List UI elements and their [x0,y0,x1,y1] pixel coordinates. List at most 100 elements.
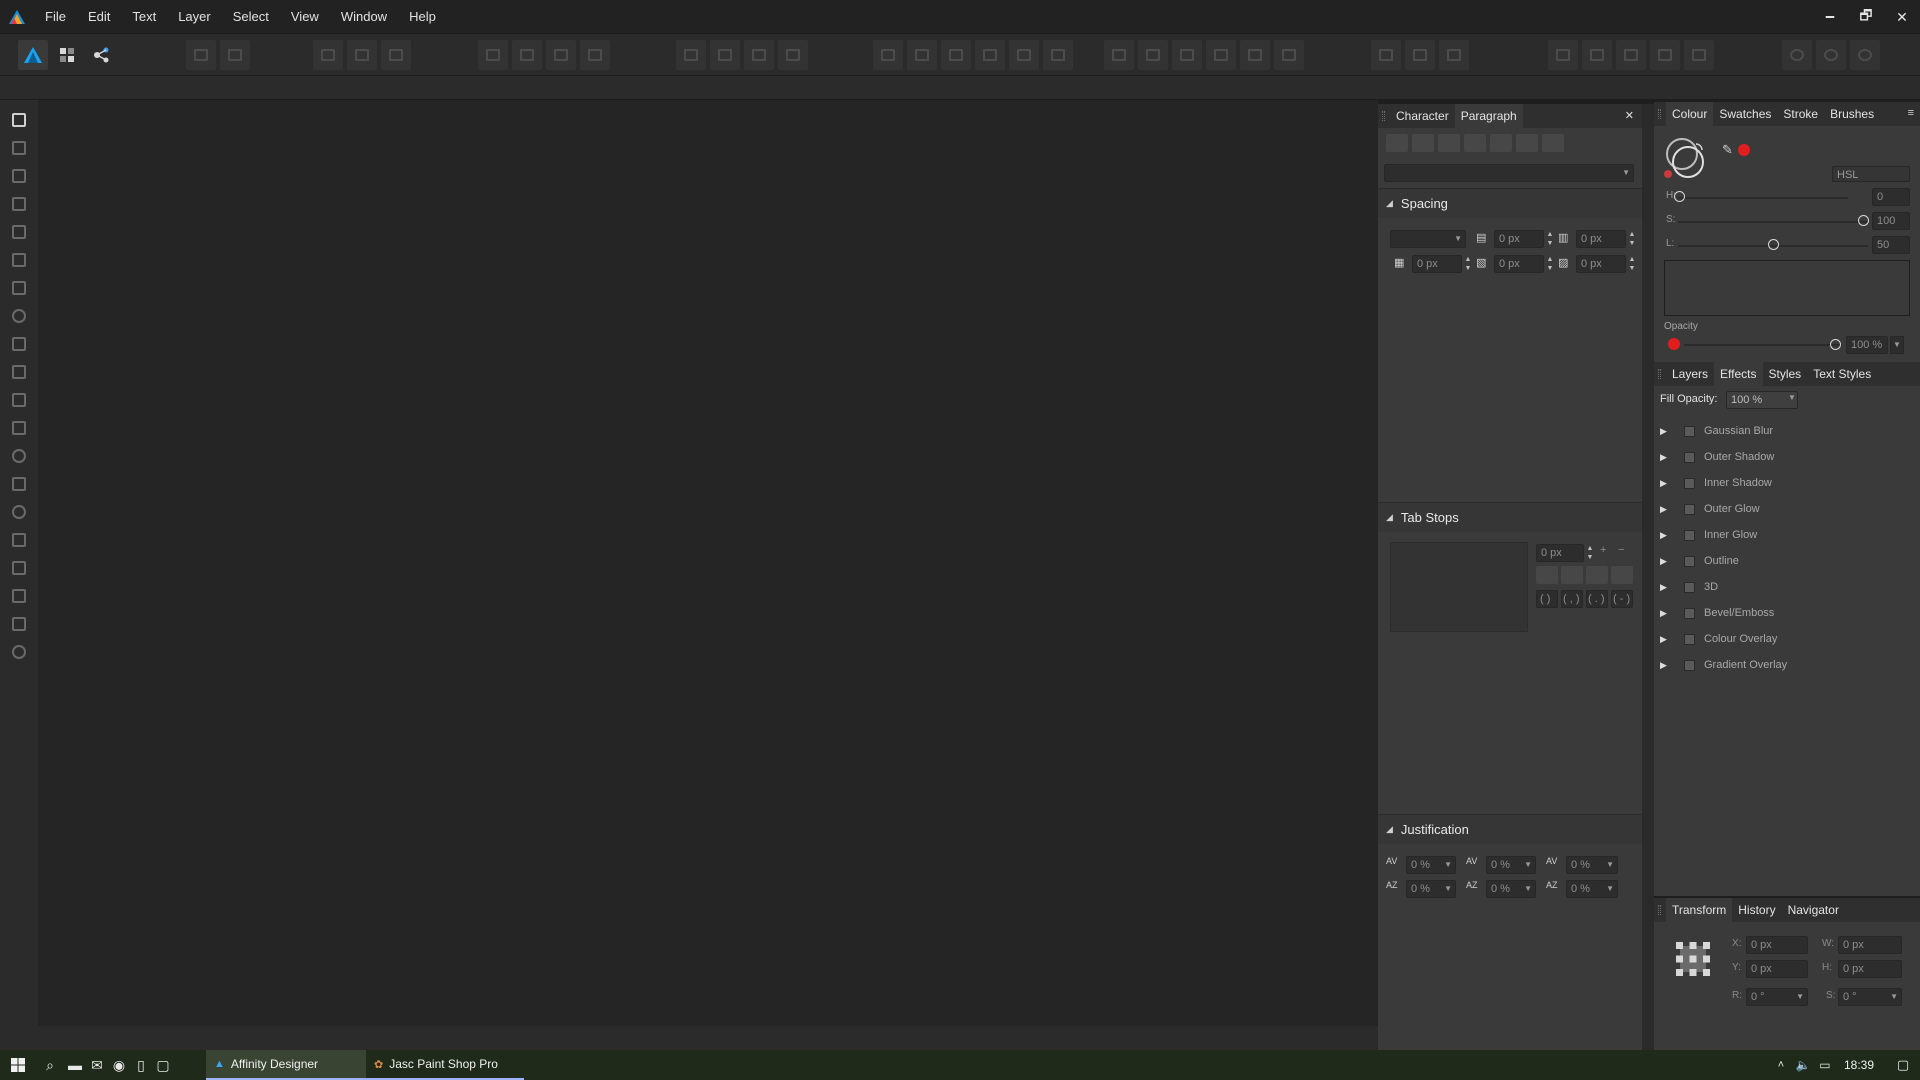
hue-slider-handle[interactable] [1674,191,1685,202]
effect-row-outer-shadow[interactable]: ▶ Outer Shadow [1654,444,1918,470]
toolbar-button[interactable] [1274,40,1304,70]
menu-edit[interactable]: Edit [77,0,121,34]
justification-field-4[interactable]: 0 % ▼ [1406,880,1456,898]
opacity-slider[interactable] [1684,344,1842,346]
expand-icon[interactable]: ▶ [1660,608,1668,619]
right-indent-field[interactable]: 0 px [1576,255,1626,273]
toolbar-button[interactable] [580,40,610,70]
panel-menu-icon[interactable]: ≡ [1908,107,1914,119]
menu-select[interactable]: Select [222,0,280,34]
spinner-icon[interactable]: ▲ ▼ [1586,544,1594,562]
panel-grip[interactable] [1658,109,1661,119]
effect-checkbox[interactable] [1684,477,1695,489]
effect-row-inner-shadow[interactable]: ▶ Inner Shadow [1654,470,1918,496]
toolbar-button[interactable] [1616,40,1646,70]
toolbar-button[interactable] [1850,40,1880,70]
pen-tool-icon[interactable] [0,218,38,246]
toolbar-button[interactable] [347,40,377,70]
toolbar-button[interactable] [1650,40,1680,70]
effect-checkbox[interactable] [1684,607,1695,619]
justification-field-5[interactable]: 0 % ▼ [1486,880,1536,898]
panel-grip[interactable] [1658,369,1661,379]
anchor-selector-icon[interactable] [1674,940,1712,978]
fill-opacity-dropdown-icon[interactable]: ▼ [1788,393,1796,402]
effect-row-gradient-overlay[interactable]: ▶ Gradient Overlay [1654,652,1918,678]
tab-decimal-button[interactable] [1611,566,1633,584]
view-tool-icon[interactable] [0,610,38,638]
spacing-section-header[interactable]: ◢ Spacing [1378,188,1642,218]
tab-stops-list[interactable] [1390,542,1528,632]
saturation-field[interactable]: 100 [1872,212,1910,230]
artistic-text-tool-icon[interactable] [0,526,38,554]
tab-center-button[interactable] [1561,566,1583,584]
menu-file[interactable]: File [34,0,77,34]
saturation-slider-handle[interactable] [1858,215,1869,226]
menu-window[interactable]: Window [330,0,398,34]
color-picker-tool-icon[interactable] [0,582,38,610]
tab-navigator[interactable]: Navigator [1782,898,1845,922]
tab-paragraph[interactable]: Paragraph [1454,104,1523,128]
tab-layers[interactable]: Layers [1666,362,1714,386]
toolbar-button[interactable] [1043,40,1073,70]
left-indent-field[interactable]: 0 px [1412,255,1462,273]
toolbar-button[interactable] [512,40,542,70]
toolbar-button[interactable] [941,40,971,70]
expand-icon[interactable]: ▶ [1660,478,1668,489]
tab-char-comma[interactable]: ( , ) [1561,590,1583,608]
menu-text[interactable]: Text [121,0,167,34]
frame-text-tool-icon[interactable] [0,554,38,582]
panel-grip[interactable] [1658,905,1661,915]
eyedropper-icon[interactable]: ✎ [1722,142,1733,158]
tab-left-button[interactable] [1536,566,1558,584]
vector-brush-tool-icon[interactable] [0,274,38,302]
shear-field[interactable]: 0 ° ▼ [1838,988,1902,1006]
align-right-button[interactable] [1438,134,1460,152]
y-position-field[interactable]: 0 px [1746,960,1808,978]
effect-checkbox[interactable] [1684,425,1695,437]
toolbar-button[interactable] [220,40,250,70]
paragraph-style-select[interactable]: ▼ [1384,164,1634,182]
effect-row-inner-glow[interactable]: ▶ Inner Glow [1654,522,1918,548]
toolbar-button[interactable] [478,40,508,70]
taskbar-app-jasc-paint-shop-pro[interactable]: ✿ Jasc Paint Shop Pro [366,1050,524,1080]
tab-styles[interactable]: Styles [1763,362,1808,386]
justification-field-1[interactable]: 0 % ▼ [1406,856,1456,874]
x-position-field[interactable]: 0 px [1746,936,1808,954]
tab-effects[interactable]: Effects [1714,362,1763,386]
expand-icon[interactable]: ▶ [1660,582,1668,593]
justify-center-button[interactable] [1490,134,1512,152]
taskbar-app-affinity-designer[interactable]: ▲ Affinity Designer [206,1050,366,1080]
search-icon[interactable]: ⌕ [36,1050,64,1080]
menu-view[interactable]: View [280,0,330,34]
spinner-icon[interactable]: ▲ ▼ [1628,230,1636,248]
justification-section-header[interactable]: ◢ Justification [1378,814,1642,844]
effect-row-colour-overlay[interactable]: ▶ Colour Overlay [1654,626,1918,652]
justification-field-3[interactable]: 0 % ▼ [1566,856,1618,874]
space-after-field[interactable]: 0 px [1576,230,1626,248]
expand-icon[interactable]: ▶ [1660,426,1668,437]
lightness-field[interactable]: 50 [1872,236,1910,254]
toolbar-button[interactable] [1548,40,1578,70]
align-left-button[interactable] [1386,134,1408,152]
expand-icon[interactable]: ▶ [1660,504,1668,515]
spinner-icon[interactable]: ▲ ▼ [1546,255,1554,273]
toolbar-button[interactable] [1405,40,1435,70]
colour-preview-box[interactable] [1664,260,1910,316]
toolbar-button[interactable] [1439,40,1469,70]
toolbar-button[interactable] [1009,40,1039,70]
tab-text-styles[interactable]: Text Styles [1807,362,1877,386]
network-icon[interactable]: ▭ [1814,1050,1836,1080]
toolbar-button[interactable] [1206,40,1236,70]
toolbar-button[interactable] [1138,40,1168,70]
fill-tool-icon[interactable] [0,302,38,330]
spinner-icon[interactable]: ▲ ▼ [1464,255,1472,273]
saturation-slider[interactable] [1678,221,1868,223]
effect-checkbox[interactable] [1684,503,1695,515]
hue-field[interactable]: 0 [1872,188,1910,206]
effect-row-3d[interactable]: ▶ 3D [1654,574,1918,600]
current-colour-swatch[interactable] [1738,144,1750,156]
effect-row-outline[interactable]: ▶ Outline [1654,548,1918,574]
corner-tool-icon[interactable] [0,190,38,218]
spinner-icon[interactable]: ▲ ▼ [1546,230,1554,248]
toolbar-button[interactable] [546,40,576,70]
